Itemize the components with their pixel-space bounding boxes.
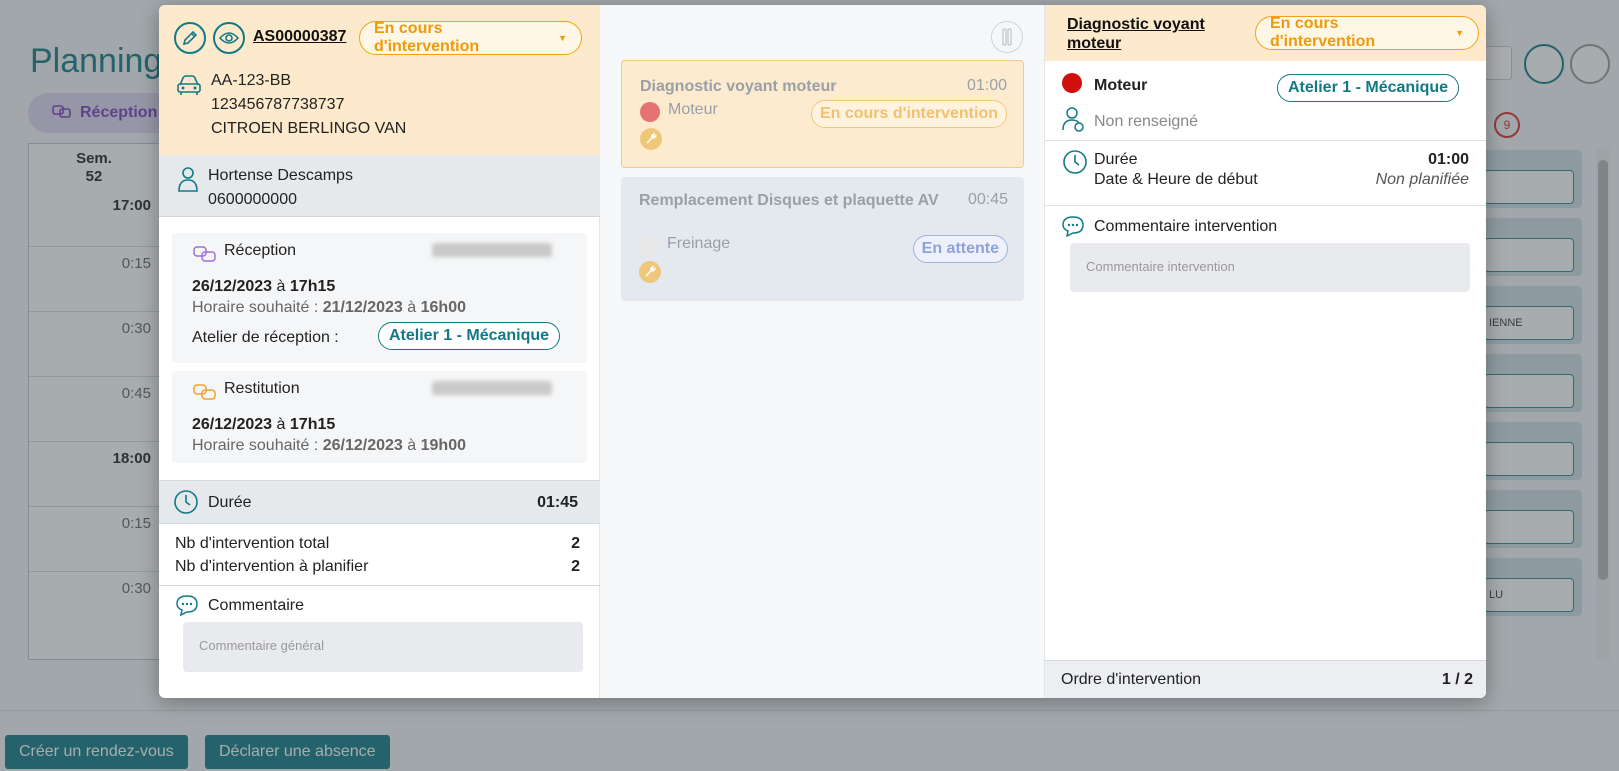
- start-value: Non planifiée: [1375, 171, 1469, 188]
- chevron-down-icon: ▼: [558, 33, 567, 43]
- order-label: Ordre d'intervention: [1061, 670, 1202, 688]
- reception-cars-icon: [192, 243, 218, 269]
- intervention-category: Moteur: [668, 101, 718, 118]
- clock-icon: [1062, 149, 1088, 179]
- order-modal: AS00000387 En cours d'intervention ▼ AA-…: [159, 5, 1486, 698]
- detail-workshop-chip[interactable]: Atelier 1 - Mécanique: [1277, 74, 1460, 102]
- duration-value: 01:45: [537, 494, 578, 511]
- detail-title-link[interactable]: Diagnostic voyant moteur: [1067, 15, 1237, 53]
- intervention-detail-panel: Diagnostic voyant moteur En cours d'inte…: [1044, 5, 1486, 698]
- view-eye-icon[interactable]: [213, 22, 245, 54]
- intervention-card[interactable]: Diagnostic voyant moteur 01:00 Moteur En…: [621, 60, 1024, 168]
- total-value: 2: [571, 535, 580, 552]
- reception-wish: Horaire souhaité : 21/12/2023 à 16h00: [192, 299, 466, 316]
- tools-icon[interactable]: [991, 21, 1023, 53]
- restitution-cars-icon: [192, 381, 218, 407]
- technician-icon: [1062, 106, 1086, 136]
- reception-advisor-blurred: [432, 243, 552, 257]
- reception-datetime: 26/12/2023 à 17h15: [192, 278, 335, 296]
- intervention-title: Diagnostic voyant moteur: [640, 78, 837, 95]
- customer-phone: 0600000000: [208, 191, 297, 208]
- clock-icon: [173, 489, 199, 519]
- duration-row: Durée 01:45: [159, 480, 600, 524]
- car-icon: [176, 73, 202, 101]
- intervention-duration: 01:00: [966, 77, 1007, 94]
- restitution-wish-time: 19h00: [420, 437, 466, 454]
- detail-status-label: En cours d'intervention: [1270, 15, 1376, 50]
- restitution-box: Restitution 26/12/2023 à 17h15 Horaire s…: [172, 371, 587, 463]
- wrench-icon: [640, 128, 662, 150]
- order-status-label: En cours d'intervention: [374, 20, 480, 55]
- detail-duration-label: Durée: [1094, 151, 1138, 168]
- category-dot: [639, 237, 659, 257]
- user-icon: [177, 166, 199, 196]
- order-reference-link[interactable]: AS00000387: [253, 28, 346, 46]
- restitution-time: 17h15: [289, 416, 336, 433]
- divider: [1045, 205, 1486, 206]
- general-comment-input[interactable]: Commentaire général: [183, 622, 583, 672]
- order-header: AS00000387 En cours d'intervention ▼ AA-…: [159, 5, 600, 155]
- divider: [159, 585, 600, 586]
- duration-label: Durée: [208, 494, 252, 511]
- intervention-order-row: Ordre d'intervention 1 / 2: [1045, 660, 1486, 698]
- reception-time: 17h15: [289, 278, 336, 295]
- detail-duration-value: 01:00: [1428, 151, 1469, 168]
- interventions-list: Diagnostic voyant moteur 01:00 Moteur En…: [600, 5, 1044, 698]
- start-label: Date & Heure de début: [1094, 171, 1258, 188]
- to-plan-row: Nb d'intervention à planifier 2: [175, 558, 585, 576]
- comment-bubble-icon: [1061, 215, 1085, 241]
- comment-label: Commentaire: [208, 597, 305, 614]
- restitution-wish: Horaire souhaité : 26/12/2023 à 19h00: [192, 437, 466, 454]
- vehicle-plate: AA-123-BB: [211, 72, 292, 89]
- detail-status-dropdown[interactable]: En cours d'intervention ▼: [1255, 15, 1479, 50]
- detail-header: Diagnostic voyant moteur En cours d'inte…: [1045, 5, 1486, 61]
- intervention-duration: 00:45: [967, 191, 1008, 208]
- detail-comment-label: Commentaire intervention: [1094, 218, 1278, 235]
- customer-name: Hortense Descamps: [208, 167, 353, 184]
- order-value: 1 / 2: [1441, 670, 1473, 688]
- vehicle-vin: 123456787738737: [211, 96, 345, 113]
- reception-workshop-label: Atelier de réception :: [192, 329, 339, 346]
- category-dot: [1062, 73, 1082, 93]
- vehicle-model: CITROEN BERLINGO VAN: [211, 120, 407, 137]
- reception-wish-label: Horaire souhaité :: [192, 299, 319, 316]
- restitution-datetime: 26/12/2023 à 17h15: [192, 416, 335, 434]
- reception-workshop-chip[interactable]: Atelier 1 - Mécanique: [378, 322, 561, 350]
- restitution-sep: à: [276, 416, 286, 433]
- intervention-category: Freinage: [667, 235, 731, 252]
- chevron-down-icon: ▼: [1455, 28, 1464, 38]
- restitution-title: Restitution: [224, 380, 300, 397]
- intervention-title: Remplacement Disques et plaquette AV: [639, 192, 939, 209]
- vehicle-info: AA-123-BB 123456787738737 CITROEN BERLIN…: [211, 69, 406, 141]
- intervention-status: En attente: [912, 235, 1008, 263]
- reception-wish-time: 16h00: [420, 299, 466, 316]
- wrench-icon: [639, 261, 661, 283]
- to-plan-value: 2: [571, 558, 580, 575]
- divider: [1045, 140, 1486, 141]
- order-status-dropdown[interactable]: En cours d'intervention ▼: [359, 20, 582, 55]
- technician-value: Non renseigné: [1094, 113, 1199, 130]
- restitution-advisor-blurred: [432, 381, 552, 395]
- reception-box: Réception 26/12/2023 à 17h15 Horaire sou…: [172, 233, 587, 363]
- to-plan-label: Nb d'intervention à planifier: [175, 558, 369, 575]
- order-summary-panel: AS00000387 En cours d'intervention ▼ AA-…: [159, 5, 600, 698]
- intervention-status: En cours d'intervention: [810, 100, 1007, 128]
- reception-wish-date: 21/12/2023: [322, 299, 403, 316]
- comment-bubble-icon: [175, 594, 199, 620]
- restitution-wish-date: 26/12/2023: [322, 437, 403, 454]
- detail-category: Moteur: [1094, 77, 1148, 94]
- reception-title: Réception: [224, 242, 297, 259]
- restitution-wish-label: Horaire souhaité :: [192, 437, 319, 454]
- total-interventions-row: Nb d'intervention total 2: [175, 535, 585, 553]
- intervention-comment-input[interactable]: Commentaire intervention: [1070, 243, 1470, 292]
- restitution-date: 26/12/2023: [192, 416, 273, 433]
- category-dot: [640, 102, 660, 122]
- total-label: Nb d'intervention total: [175, 535, 330, 552]
- customer-section: Hortense Descamps 0600000000: [159, 155, 600, 217]
- reception-sep: à: [276, 278, 286, 295]
- edit-pencil-icon[interactable]: [174, 22, 206, 54]
- intervention-card[interactable]: Remplacement Disques et plaquette AV 00:…: [621, 177, 1024, 301]
- reception-date: 26/12/2023: [192, 278, 273, 295]
